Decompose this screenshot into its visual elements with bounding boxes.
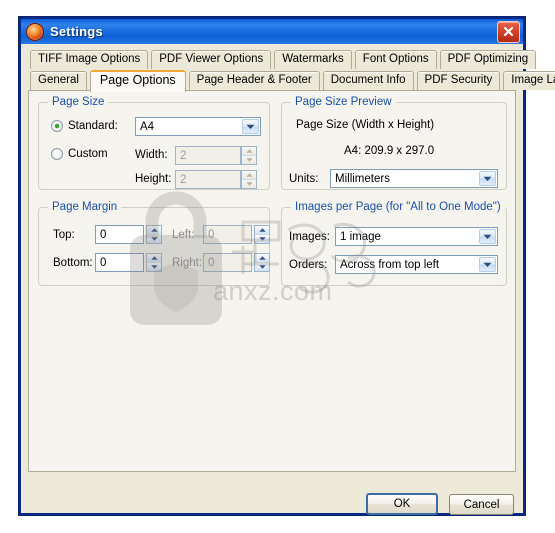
stepper-up-icon — [255, 226, 269, 234]
images-per-page-legend: Images per Page (for "All to One Mode") — [291, 201, 505, 213]
margin-left-input[interactable]: 0 — [203, 225, 252, 244]
tab-control: TIFF Image Options PDF Viewer Options Wa… — [28, 50, 555, 472]
tab-watermarks[interactable]: Watermarks — [274, 50, 352, 69]
images-per-page-group: Images per Page (for "All to One Mode") … — [281, 201, 507, 286]
custom-radio[interactable]: Custom — [51, 148, 108, 160]
preview-value: A4: 209.9 x 297.0 — [344, 145, 435, 157]
margin-bottom-input[interactable]: 0 — [95, 253, 144, 272]
stepper-up-icon — [242, 171, 256, 179]
close-icon — [503, 26, 514, 37]
stepper-down-icon — [147, 234, 161, 243]
close-button[interactable] — [497, 20, 520, 43]
page-margin-group: Page Margin Top: 0 Bottom: 0 Left: 0 Rig… — [38, 201, 270, 286]
stepper-down-icon — [255, 262, 269, 271]
dialog-body: TIFF Image Options PDF Viewer Options Wa… — [19, 44, 555, 515]
tab-page-options[interactable]: Page Options — [89, 70, 186, 92]
chevron-down-icon — [242, 119, 259, 134]
standard-radio[interactable]: Standard: — [51, 120, 118, 132]
height-stepper[interactable] — [241, 170, 257, 189]
settings-dialog: Settings TIFF Image Options PDF Viewer O… — [18, 16, 555, 516]
height-input[interactable]: 2 — [175, 170, 241, 189]
margin-left-label: Left: — [172, 229, 195, 241]
margin-bottom-stepper[interactable] — [146, 253, 162, 272]
title-bar: Settings — [19, 17, 525, 44]
tab-pdf-optimizing[interactable]: PDF Optimizing — [439, 50, 537, 69]
page-options-panel: Page Size Standard: A4 Custom Width: 2 H… — [28, 90, 516, 472]
tab-image-layout[interactable]: Image Layout — [503, 71, 555, 90]
preview-caption: Page Size (Width x Height) — [296, 119, 435, 131]
stepper-up-icon — [242, 147, 256, 155]
margin-right-label: Right: — [172, 257, 203, 269]
page-size-group: Page Size Standard: A4 Custom Width: 2 H… — [38, 96, 270, 190]
orders-label: Orders: — [289, 259, 328, 271]
orders-value: Across from top left — [340, 258, 440, 271]
page-size-preview-group: Page Size Preview Page Size (Width x Hei… — [281, 96, 507, 190]
standard-radio-indicator — [51, 120, 63, 132]
standard-radio-label: Standard: — [68, 120, 118, 132]
stepper-up-icon — [147, 226, 161, 234]
page-size-legend: Page Size — [48, 96, 109, 108]
tab-general[interactable]: General — [30, 71, 87, 90]
standard-page-size-combo[interactable]: A4 — [135, 117, 261, 136]
tab-pdf-security[interactable]: PDF Security — [416, 71, 501, 90]
margin-bottom-label: Bottom: — [53, 257, 93, 269]
images-combo[interactable]: 1 image — [335, 227, 498, 246]
ok-button[interactable]: OK — [366, 493, 438, 515]
stepper-down-icon — [242, 179, 256, 188]
stepper-up-icon — [255, 254, 269, 262]
margin-top-label: Top: — [53, 229, 75, 241]
chevron-down-icon — [479, 171, 496, 186]
units-value: Millimeters — [335, 172, 390, 185]
margin-right-stepper[interactable] — [254, 253, 270, 272]
orders-combo[interactable]: Across from top left — [335, 255, 498, 274]
width-input[interactable]: 2 — [175, 146, 241, 165]
tab-page-header-footer[interactable]: Page Header & Footer — [188, 71, 320, 90]
settings-orb-icon — [26, 22, 44, 41]
tab-row-lower: General Page Options Page Header & Foote… — [28, 70, 555, 92]
stepper-down-icon — [242, 155, 256, 164]
tab-document-info[interactable]: Document Info — [322, 71, 414, 90]
chevron-down-icon — [479, 229, 496, 244]
standard-page-size-value: A4 — [140, 120, 155, 133]
margin-top-input[interactable]: 0 — [95, 225, 144, 244]
margin-top-stepper[interactable] — [146, 225, 162, 244]
images-value: 1 image — [340, 230, 381, 243]
margin-left-stepper[interactable] — [254, 225, 270, 244]
margin-right-input[interactable]: 0 — [203, 253, 252, 272]
height-label: Height: — [135, 173, 172, 185]
tab-pdf-viewer-options[interactable]: PDF Viewer Options — [151, 50, 272, 69]
width-stepper[interactable] — [241, 146, 257, 165]
cancel-button[interactable]: Cancel — [449, 494, 514, 515]
tab-row-upper: TIFF Image Options PDF Viewer Options Wa… — [28, 50, 537, 69]
width-label: Width: — [135, 149, 168, 161]
stepper-up-icon — [147, 254, 161, 262]
custom-radio-label: Custom — [68, 148, 108, 160]
units-label: Units: — [289, 173, 319, 185]
tab-tiff-image-options[interactable]: TIFF Image Options — [30, 50, 149, 69]
window-title: Settings — [50, 24, 103, 39]
stepper-down-icon — [147, 262, 161, 271]
units-combo[interactable]: Millimeters — [330, 169, 498, 188]
page-margin-legend: Page Margin — [48, 201, 122, 213]
custom-radio-indicator — [51, 148, 63, 160]
stepper-down-icon — [255, 234, 269, 243]
chevron-down-icon — [479, 257, 496, 272]
tab-font-options[interactable]: Font Options — [354, 50, 437, 69]
images-label: Images: — [289, 231, 330, 243]
page-size-preview-legend: Page Size Preview — [291, 96, 396, 108]
